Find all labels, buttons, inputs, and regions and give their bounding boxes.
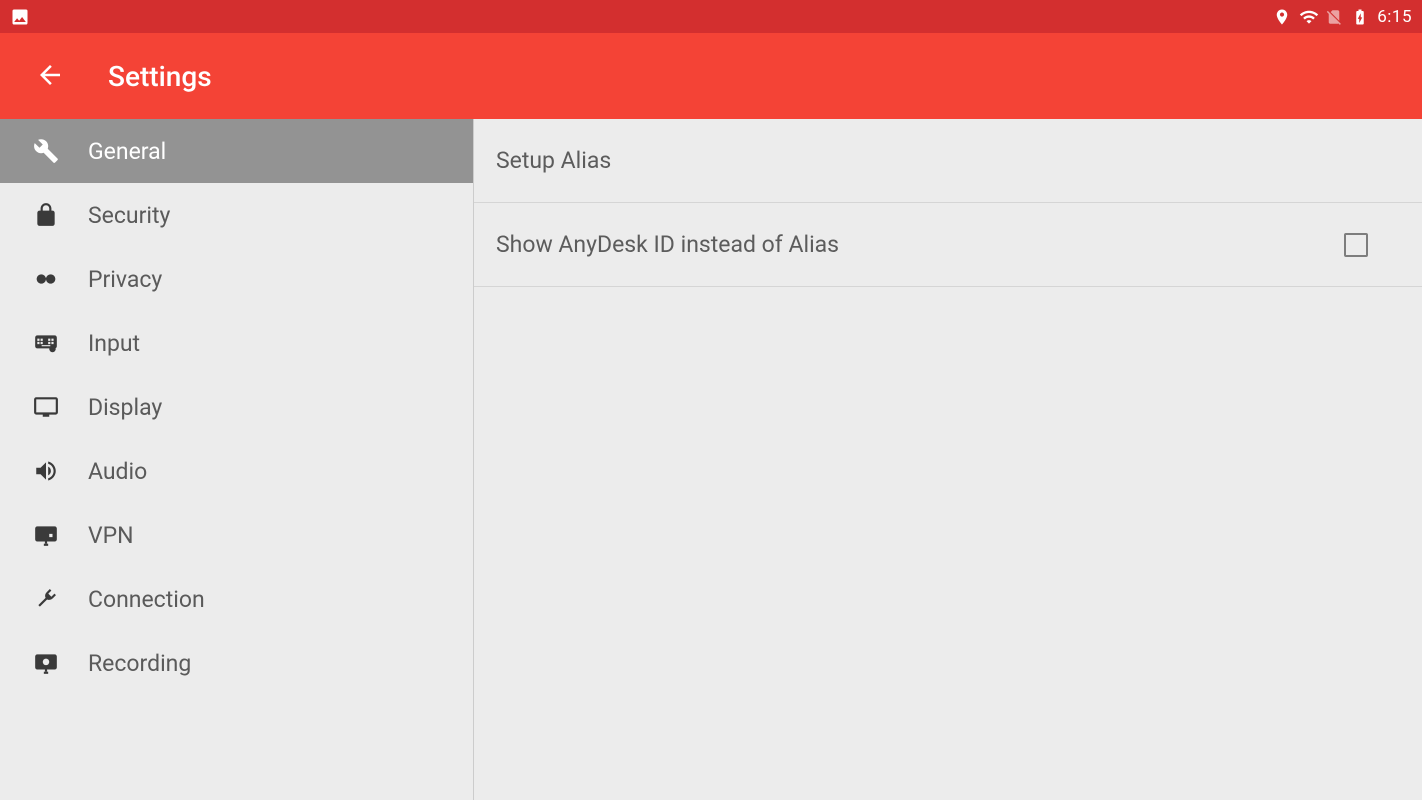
sidebar-item-label: General [88,138,166,165]
sidebar-item-display[interactable]: Display [0,375,473,439]
recording-icon [32,649,60,677]
sidebar-item-label: Recording [88,650,191,677]
sidebar-item-label: Display [88,394,162,421]
page-title: Settings [108,60,212,93]
glasses-icon [32,265,60,293]
vpn-icon [32,521,60,549]
app-bar: Settings [0,33,1422,119]
sidebar-item-label: Privacy [88,266,162,293]
settings-sidebar: General Security Privacy Input Display [0,119,474,800]
sidebar-item-label: Security [88,202,170,229]
battery-charging-icon [1351,7,1371,27]
setting-setup-alias[interactable]: Setup Alias [474,119,1422,203]
keyboard-icon [32,329,60,357]
sidebar-item-connection[interactable]: Connection [0,567,473,631]
sidebar-item-label: Input [88,330,140,357]
image-icon [10,7,30,27]
sidebar-item-privacy[interactable]: Privacy [0,247,473,311]
volume-icon [32,457,60,485]
arrow-back-icon [35,60,65,93]
status-bar: 6:15 [0,0,1422,33]
setting-show-id-instead-alias[interactable]: Show AnyDesk ID instead of Alias [474,203,1422,287]
settings-content: Setup Alias Show AnyDesk ID instead of A… [474,119,1422,800]
setting-label: Show AnyDesk ID instead of Alias [496,231,839,258]
wifi-icon [1299,7,1319,27]
sidebar-item-input[interactable]: Input [0,311,473,375]
sidebar-item-security[interactable]: Security [0,183,473,247]
sidebar-item-label: Connection [88,586,205,613]
back-button[interactable] [32,58,68,94]
plug-icon [32,585,60,613]
lock-icon [32,201,60,229]
no-sim-icon [1325,7,1345,27]
setting-label: Setup Alias [496,147,611,174]
sidebar-item-general[interactable]: General [0,119,473,183]
sidebar-item-label: Audio [88,458,147,485]
sidebar-item-label: VPN [88,522,134,549]
sidebar-item-audio[interactable]: Audio [0,439,473,503]
wrench-icon [32,137,60,165]
checkbox-unchecked[interactable] [1344,233,1368,257]
sidebar-item-vpn[interactable]: VPN [0,503,473,567]
location-icon [1273,7,1293,27]
status-clock: 6:15 [1377,7,1412,27]
sidebar-item-recording[interactable]: Recording [0,631,473,695]
monitor-icon [32,393,60,421]
